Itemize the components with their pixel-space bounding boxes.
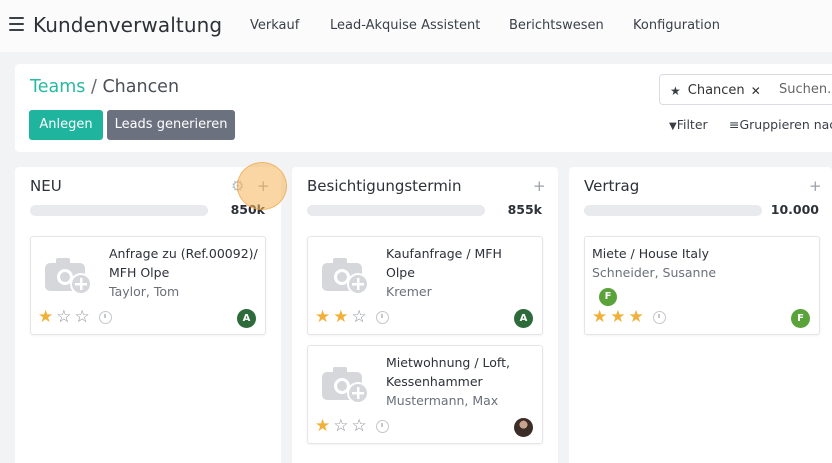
priority-stars[interactable]: ★ ☆ ☆	[315, 418, 389, 435]
clock-icon[interactable]	[98, 311, 112, 324]
clock-icon[interactable]	[652, 311, 666, 324]
avatar: A	[237, 309, 256, 328]
search-box[interactable]: ★ Chancen ✕ Suchen...	[659, 74, 832, 105]
create-button[interactable]: Anlegen	[29, 110, 103, 140]
breadcrumb-separator: /	[90, 77, 97, 97]
column-title: Vertrag	[584, 177, 640, 195]
card-contact: Kremer	[386, 284, 432, 299]
star-outline-icon[interactable]: ☆	[352, 309, 367, 326]
nav-item-lead-akquise[interactable]: Lead-Akquise Assistent	[330, 18, 480, 33]
star-icon[interactable]: ★	[610, 309, 625, 326]
app-title[interactable]: Kundenverwaltung	[33, 13, 222, 37]
kanban-card[interactable]: Mietwohnung / Loft, Kessenhammer Musterm…	[307, 345, 543, 444]
image-placeholder-icon	[322, 258, 369, 295]
menu-icon[interactable]	[9, 17, 24, 31]
search-input[interactable]: Suchen...	[779, 82, 832, 97]
star-icon: ★	[670, 83, 681, 98]
star-icon[interactable]: ★	[38, 309, 53, 326]
breadcrumb-current: Chancen	[102, 77, 180, 97]
top-navbar: Kundenverwaltung Verkauf Lead-Akquise As…	[0, 0, 832, 52]
avatar: F	[791, 309, 810, 328]
breadcrumb: Teams / Chancen	[30, 77, 179, 97]
group-by-label: Gruppieren nach	[739, 117, 832, 132]
star-outline-icon[interactable]: ☆	[333, 418, 348, 435]
nav-item-konfiguration[interactable]: Konfiguration	[633, 18, 720, 33]
nav-item-berichtswesen[interactable]: Berichtswesen	[509, 18, 604, 33]
progress-bar	[307, 205, 485, 216]
tag-avatar: F	[599, 288, 617, 306]
column-title: Besichtigungstermin	[307, 177, 462, 195]
column-title: NEU	[30, 177, 62, 195]
image-placeholder-icon	[45, 258, 92, 295]
clock-icon[interactable]	[375, 420, 389, 433]
star-outline-icon[interactable]: ☆	[56, 309, 71, 326]
group-by-dropdown[interactable]: ≡Gruppieren nach	[729, 117, 832, 132]
star-icon[interactable]: ★	[333, 309, 348, 326]
star-outline-icon[interactable]: ☆	[75, 309, 90, 326]
kanban-card[interactable]: Anfrage zu (Ref.00092)/ MFH Olpe Taylor,…	[30, 236, 266, 335]
kanban-column-neu: NEU ⚙ + 850k Anfrage zu (Ref.00092)/ MFH…	[15, 167, 281, 463]
kanban-column-vertrag: Vertrag + 10.000 Miete / House Italy Sch…	[569, 167, 832, 463]
priority-stars[interactable]: ★ ☆ ☆	[38, 309, 112, 326]
clock-icon[interactable]	[375, 311, 389, 324]
priority-stars[interactable]: ★ ★ ☆	[315, 309, 389, 326]
card-title: Kaufanfrage / MFH Olpe	[386, 246, 502, 280]
card-contact: Mustermann, Max	[386, 393, 499, 408]
nav-item-verkauf[interactable]: Verkauf	[250, 18, 299, 33]
click-highlight	[237, 162, 287, 210]
column-sum: 855k	[507, 202, 542, 217]
add-card-button[interactable]: +	[533, 177, 546, 195]
filter-dropdown[interactable]: ▼Filter	[669, 117, 708, 132]
avatar: A	[514, 309, 533, 328]
close-icon[interactable]: ✕	[751, 84, 761, 98]
control-panel: Teams / Chancen Anlegen Leads generieren…	[15, 64, 832, 152]
kanban-card[interactable]: Miete / House Italy Schneider, Susanne F…	[584, 236, 820, 335]
progress-bar	[584, 205, 762, 216]
filter-label: Filter	[676, 117, 708, 132]
column-sum: 10.000	[770, 202, 819, 217]
priority-stars[interactable]: ★ ★ ★	[592, 309, 666, 326]
card-contact: Schneider, Susanne	[592, 265, 717, 280]
generate-leads-button[interactable]: Leads generieren	[107, 110, 235, 140]
kanban-card[interactable]: Kaufanfrage / MFH Olpe Kremer ★ ★ ☆ A	[307, 236, 543, 335]
avatar	[514, 418, 533, 437]
star-outline-icon[interactable]: ☆	[352, 418, 367, 435]
add-card-button[interactable]: +	[809, 177, 822, 195]
star-icon[interactable]: ★	[315, 309, 330, 326]
search-facet-label: Chancen	[687, 83, 745, 98]
list-icon: ≡	[729, 117, 740, 132]
card-title: Miete / House Italy	[592, 246, 709, 261]
search-facet: ★ Chancen ✕	[670, 80, 761, 101]
card-contact: Taylor, Tom	[109, 284, 180, 299]
image-placeholder-icon	[322, 367, 369, 404]
breadcrumb-teams-link[interactable]: Teams	[30, 77, 85, 97]
card-title: Mietwohnung / Loft, Kessenhammer	[386, 355, 510, 389]
progress-bar	[30, 205, 208, 216]
filter-icon: ▼	[669, 121, 677, 132]
kanban-column-besichtigungstermin: Besichtigungstermin + 855k Kaufanfrage /…	[292, 167, 558, 463]
star-icon[interactable]: ★	[592, 309, 607, 326]
star-icon[interactable]: ★	[315, 418, 330, 435]
star-icon[interactable]: ★	[629, 309, 644, 326]
card-title: Anfrage zu (Ref.00092)/ MFH Olpe	[109, 246, 258, 280]
